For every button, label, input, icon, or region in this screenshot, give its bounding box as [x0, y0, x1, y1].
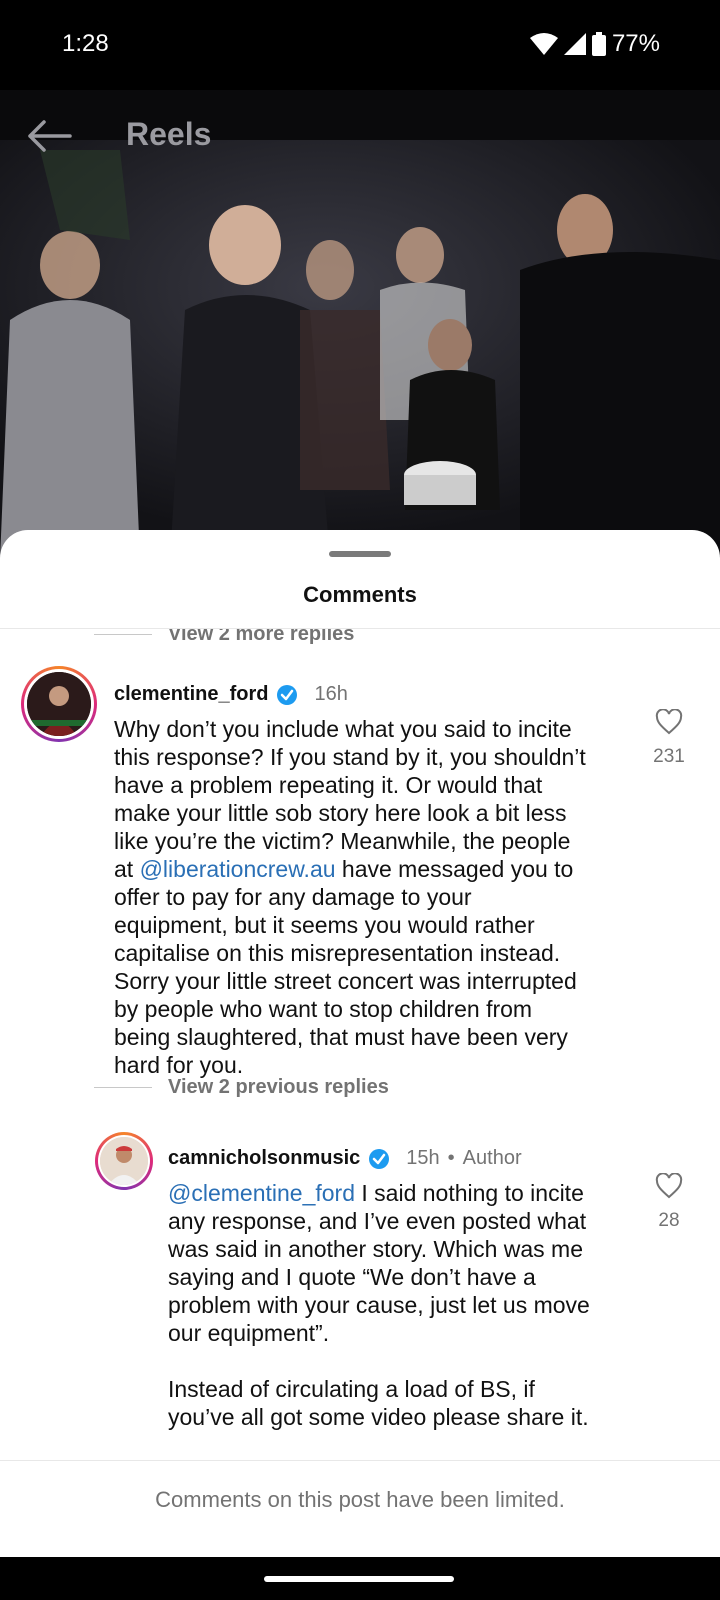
reply-line [94, 1087, 152, 1088]
view-previous-replies-label: View 2 previous replies [168, 1076, 389, 1098]
reply-line: any response, and I’ve even posted what [168, 1208, 587, 1234]
reply-line: Instead of circulating a load of BS, if [168, 1376, 535, 1402]
page-title: Reels [126, 116, 212, 152]
sheet-drag-handle[interactable] [329, 551, 391, 557]
meta-separator-dot: • [447, 1147, 455, 1169]
reply-username[interactable]: camnicholsonmusic [168, 1147, 360, 1170]
like-button[interactable]: 28 [644, 1172, 694, 1232]
comment-line: like you’re the victim? Meanwhile, the p… [114, 828, 571, 854]
reply-line-text: I said nothing to incite [355, 1180, 584, 1206]
verified-badge-icon [277, 684, 298, 705]
comment-line: Sorry your little street concert was int… [114, 968, 577, 994]
comment-line: being slaughtered, that must have been v… [114, 1024, 568, 1050]
author-label: Author [462, 1147, 522, 1169]
like-count: 28 [658, 1210, 680, 1231]
comment-line: offer to pay for any damage to your [114, 884, 472, 910]
like-count: 231 [653, 746, 685, 767]
comments-limited-bar: Comments on this post have been limited. [0, 1460, 720, 1558]
reply-line: @clementine_ford I said nothing to incit… [168, 1179, 628, 1207]
comment-line: have a problem repeating it. Or would th… [114, 772, 543, 798]
comment-line: this response? If you stand by it, you s… [114, 744, 586, 770]
status-icons: 77% [529, 30, 660, 58]
sheet-title: Comments [303, 582, 417, 607]
verified-badge-icon [369, 1148, 390, 1169]
heart-icon [655, 708, 683, 735]
comment-line: hard for you. [114, 1052, 244, 1078]
comment-line: capitalise on this misrepresentation ins… [114, 940, 561, 966]
comment-line: equipment, but it seems you would rather [114, 912, 535, 938]
home-gesture-handle[interactable] [264, 1576, 454, 1582]
heart-icon [655, 1172, 683, 1199]
comments-sheet: Comments View 2 more replies clementine_… [0, 530, 720, 1557]
reels-header: Reels [0, 90, 720, 180]
comment-time: 16h [314, 683, 348, 705]
signal-icon [563, 33, 586, 55]
reply-line: you’ve all got some video please share i… [168, 1404, 589, 1430]
comment-line-text: at [114, 856, 140, 882]
comment-line: Why don’t you include what you said to i… [114, 716, 572, 742]
avatar-story-ring[interactable] [21, 666, 97, 742]
comment-line: by people who want to stop children from [114, 996, 533, 1022]
reply-line: our equipment”. [168, 1320, 330, 1346]
battery-icon [591, 32, 606, 56]
comment-item: clementine_ford 16h Why don’t you includ… [0, 629, 720, 1099]
reply-text: @clementine_ford I said nothing to incit… [168, 1179, 628, 1431]
avatar [100, 1137, 148, 1185]
system-nav-bar [0, 1557, 720, 1600]
status-time: 1:28 [62, 30, 109, 57]
status-bar: 1:28 77% [0, 0, 720, 90]
comment-line-text: have messaged you to [335, 856, 574, 882]
comment-username[interactable]: clementine_ford [114, 683, 268, 706]
reply-line: saying and I quote “We don’t have a [168, 1264, 536, 1290]
back-arrow-icon[interactable] [26, 118, 72, 154]
like-button[interactable]: 231 [644, 708, 694, 768]
reply-time: 15h [406, 1147, 440, 1169]
comment-header: clementine_ford 16h [114, 683, 348, 706]
battery-percent: 77% [611, 30, 660, 57]
reply-header: camnicholsonmusic 15h • Author [168, 1147, 522, 1170]
comment-line: at @liberationcrew.au have messaged you … [114, 855, 624, 883]
comments-list[interactable]: View 2 more replies clementine_ford 16h … [0, 629, 720, 1461]
comments-limited-text: Comments on this post have been limited. [155, 1487, 565, 1512]
reply-item: camnicholsonmusic 15h • Author @clementi… [0, 1129, 720, 1461]
comment-text: Why don’t you include what you said to i… [114, 715, 624, 1079]
reply-line: was said in another story. Which was me [168, 1236, 584, 1262]
avatar [27, 672, 91, 736]
comment-line: make your little sob story here look a b… [114, 800, 567, 826]
reply-line: problem with your cause, just let us mov… [168, 1292, 590, 1318]
avatar-story-ring[interactable] [95, 1132, 153, 1190]
wifi-icon [529, 33, 558, 55]
view-previous-replies[interactable]: View 2 previous replies [94, 1076, 389, 1099]
mention-link[interactable]: @clementine_ford [168, 1180, 355, 1206]
mention-link[interactable]: @liberationcrew.au [140, 856, 336, 882]
